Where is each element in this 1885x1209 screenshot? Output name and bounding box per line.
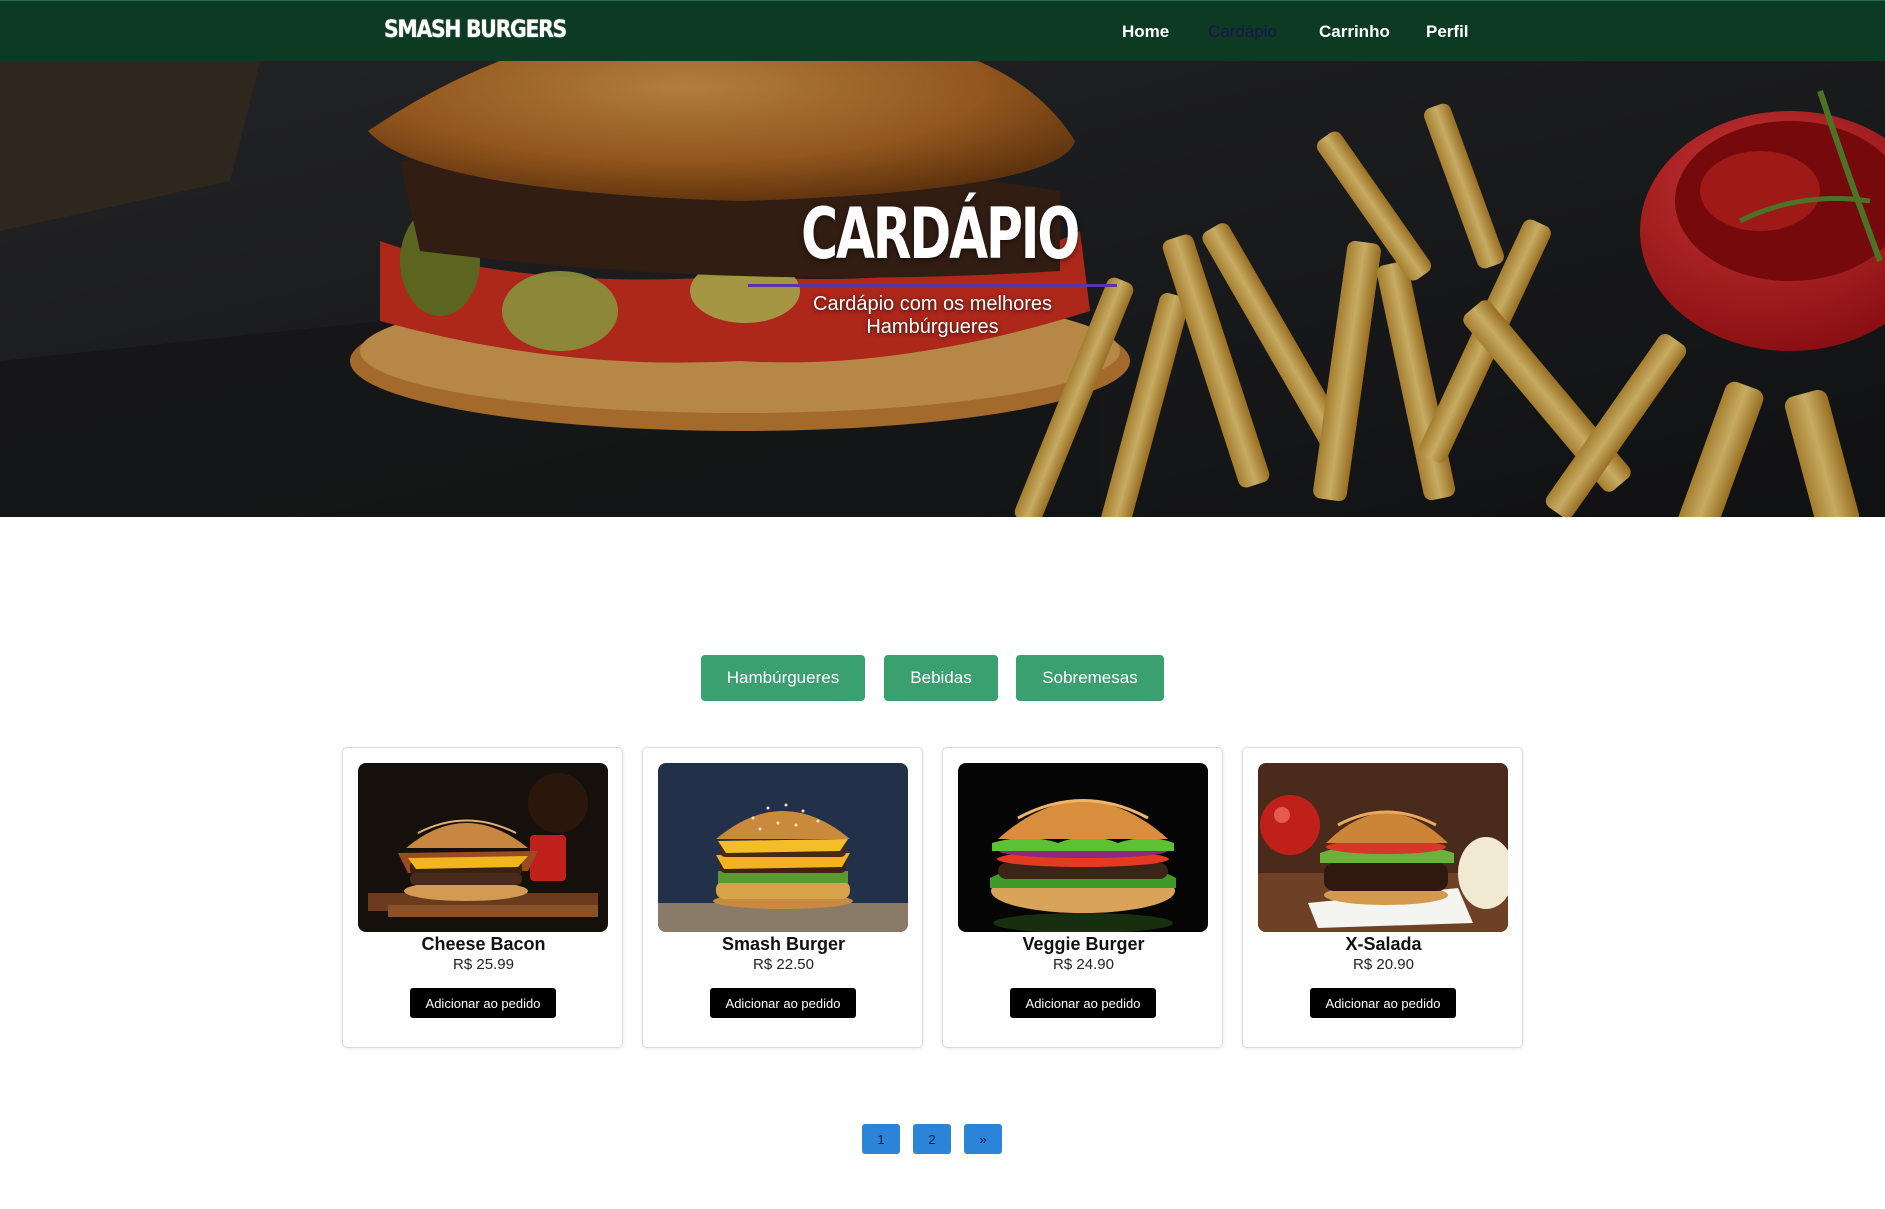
product-card-veggie-burger: Veggie Burger R$ 24.90 Adicionar ao pedi… bbox=[942, 747, 1223, 1048]
hero-background-image bbox=[0, 61, 1885, 517]
pagination-next-button[interactable]: » bbox=[964, 1124, 1002, 1154]
nav-link-cardapio[interactable]: Cardápio bbox=[1208, 22, 1277, 42]
category-button-hamburgueres[interactable]: Hambúrgueres bbox=[701, 655, 865, 701]
product-card-smash-burger: Smash Burger R$ 22.50 Adicionar ao pedid… bbox=[642, 747, 923, 1048]
nav-link-perfil[interactable]: Perfil bbox=[1426, 22, 1469, 42]
nav-link-home[interactable]: Home bbox=[1122, 22, 1169, 42]
product-price: R$ 22.50 bbox=[753, 956, 814, 973]
product-image bbox=[358, 763, 608, 932]
hero-banner: CARDÁPIO Cardápio com os melhores Hambúr… bbox=[0, 61, 1885, 517]
product-name: Cheese Bacon bbox=[421, 934, 546, 954]
product-price: R$ 20.90 bbox=[1353, 956, 1414, 973]
category-button-bebidas[interactable]: Bebidas bbox=[884, 655, 998, 701]
navbar: SMASH BURGERS Home Cardápio Carrinho Per… bbox=[0, 0, 1885, 61]
hero-title: CARDÁPIO bbox=[801, 193, 1080, 275]
brand-logo[interactable]: SMASH BURGERS bbox=[384, 15, 567, 43]
add-to-order-button[interactable]: Adicionar ao pedido bbox=[1010, 988, 1156, 1018]
add-to-order-button[interactable]: Adicionar ao pedido bbox=[710, 988, 856, 1018]
add-to-order-button[interactable]: Adicionar ao pedido bbox=[410, 988, 556, 1018]
pagination-page-1[interactable]: 1 bbox=[862, 1124, 900, 1154]
hero-subtitle: Cardápio com os melhores Hambúrgueres bbox=[813, 293, 1052, 338]
product-card-x-salada: X-Salada R$ 20.90 Adicionar ao pedido bbox=[1242, 747, 1523, 1048]
nav-link-carrinho[interactable]: Carrinho bbox=[1319, 22, 1390, 42]
product-image bbox=[1258, 763, 1508, 932]
pagination-page-2[interactable]: 2 bbox=[913, 1124, 951, 1154]
product-name: X-Salada bbox=[1345, 934, 1422, 954]
product-price: R$ 24.90 bbox=[1053, 956, 1114, 973]
add-to-order-button[interactable]: Adicionar ao pedido bbox=[1310, 988, 1456, 1018]
category-button-sobremesas[interactable]: Sobremesas bbox=[1016, 655, 1164, 701]
product-image bbox=[958, 763, 1208, 932]
product-image bbox=[658, 763, 908, 932]
product-card-cheese-bacon: Cheese Bacon R$ 25.99 Adicionar ao pedid… bbox=[342, 747, 623, 1048]
product-price: R$ 25.99 bbox=[453, 956, 514, 973]
product-name: Smash Burger bbox=[721, 934, 846, 954]
hero-title-underline bbox=[748, 284, 1117, 287]
product-name: Veggie Burger bbox=[1022, 934, 1145, 954]
